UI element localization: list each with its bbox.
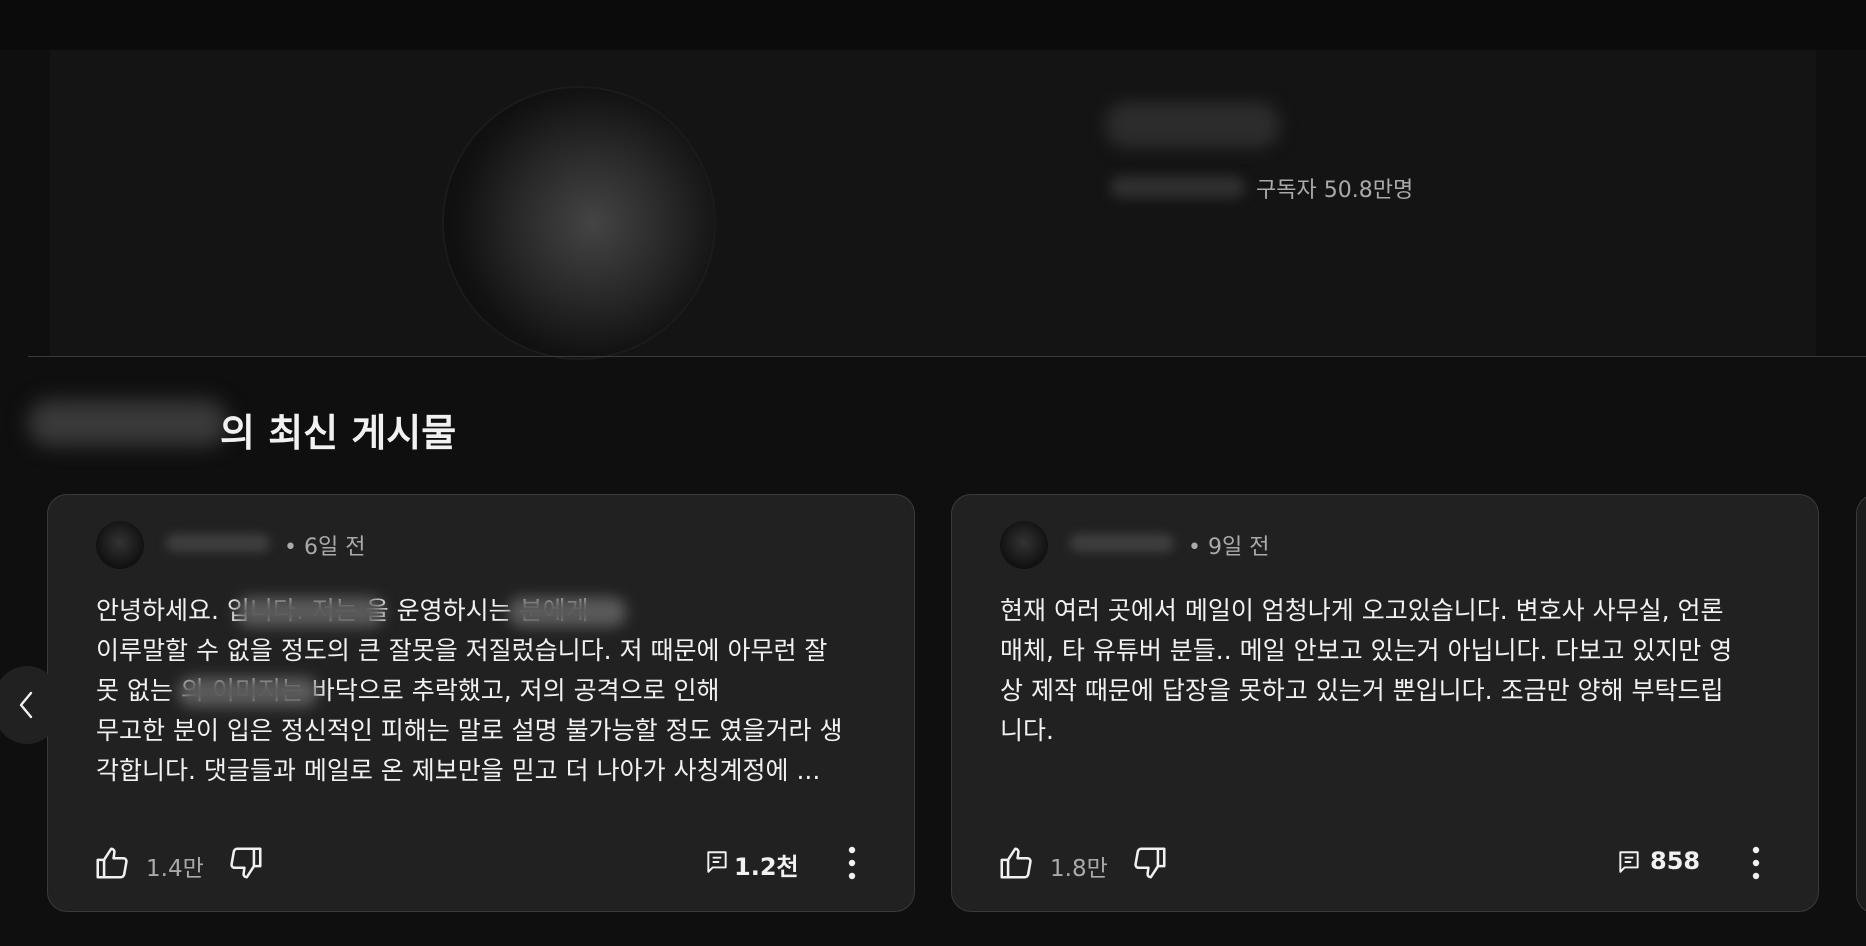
post-actions: 1.8만 858 (952, 835, 1818, 895)
section-title: 의 최신 게시물 (220, 411, 457, 455)
post-time[interactable]: • 9일 전 (1188, 529, 1269, 561)
redacted-text (178, 677, 318, 707)
channel-name-redacted (28, 400, 228, 446)
comment-count[interactable]: 858 (1650, 847, 1700, 875)
post-actions: 1.4만 1.2천 (48, 835, 914, 895)
post-time[interactable]: • 6일 전 (284, 529, 365, 561)
thumb-down-icon (1134, 847, 1166, 879)
like-button[interactable] (994, 841, 1038, 885)
thumb-up-icon (96, 847, 128, 879)
subscriber-count: 구독자 50.8만명 (1256, 178, 1414, 203)
channel-avatar[interactable] (442, 86, 716, 360)
author-avatar[interactable] (1000, 521, 1048, 569)
more-vert-icon (848, 846, 856, 880)
section-divider (28, 356, 1866, 357)
author-avatar[interactable] (96, 521, 144, 569)
like-count: 1.4만 (146, 856, 204, 882)
author-name-redacted[interactable] (166, 534, 270, 552)
more-vert-icon (1752, 846, 1760, 880)
dislike-button[interactable] (1128, 841, 1172, 885)
dislike-button[interactable] (224, 841, 268, 885)
post-card[interactable]: • 9일 전 현재 여러 곳에서 메일이 엄청나게 오고있습니다. 변호사 사무… (951, 494, 1819, 912)
more-options-button[interactable] (1736, 841, 1776, 885)
thumb-up-icon (1000, 847, 1032, 879)
like-count: 1.8만 (1050, 856, 1108, 882)
more-options-button[interactable] (832, 841, 872, 885)
channel-header: 구독자 50.8만명 (50, 50, 1816, 360)
comment-count[interactable]: 1.2천 (734, 847, 799, 882)
comment-icon (1619, 851, 1639, 873)
comment-icon (707, 851, 727, 873)
post-card[interactable]: • 6일 전 안녕하세요. 입니다. 저는 을 운영하시는 분에게 이루말할 수… (47, 494, 915, 912)
like-button[interactable] (90, 841, 134, 885)
redacted-text (236, 597, 384, 627)
post-text: 현재 여러 곳에서 메일이 엄청나게 오고있습니다. 변호사 사무실, 언론 매… (1000, 596, 1733, 745)
next-post-card-peek[interactable] (1856, 494, 1866, 914)
author-name-redacted[interactable] (1070, 534, 1174, 552)
comment-button[interactable] (700, 845, 734, 879)
redacted-text (508, 597, 626, 627)
top-band (0, 0, 1866, 50)
channel-name-redacted (1105, 102, 1280, 148)
comment-button[interactable] (1612, 845, 1646, 879)
channel-handle-redacted (1110, 176, 1245, 198)
thumb-down-icon (230, 847, 262, 879)
chevron-left-icon (19, 691, 33, 719)
